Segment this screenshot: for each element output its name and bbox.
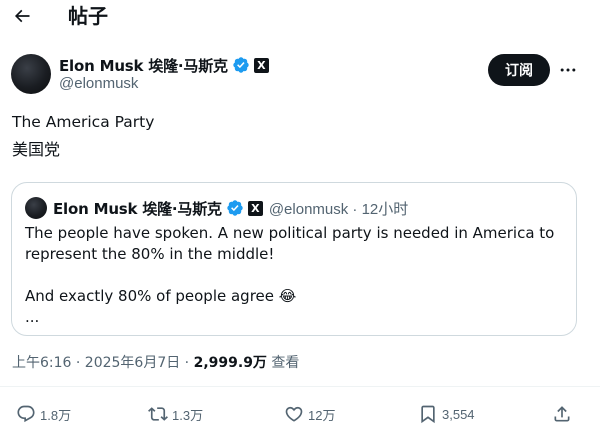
- x-affiliate-badge-icon[interactable]: X: [253, 57, 269, 73]
- quote-text-line-1: The people have spoken. A new political …: [25, 224, 555, 242]
- views-count: 2,999.9万: [193, 355, 267, 371]
- page-title: 帖子: [68, 4, 108, 28]
- post-timestamp[interactable]: 上午6:16 · 2025年6月7日 ·: [12, 355, 194, 371]
- post-text-line-1: The America Party: [12, 113, 155, 131]
- verified-badge-icon[interactable]: [232, 56, 250, 74]
- repost-button[interactable]: 1.3万: [148, 398, 203, 430]
- quote-avatar: [25, 197, 47, 219]
- quote-header: Elon Musk 埃隆·马斯克 X @elonmusk · 12小时: [53, 197, 408, 219]
- action-bar: 1.8万 1.3万 12万 3,554: [0, 398, 600, 430]
- divider: [0, 386, 600, 387]
- bookmark-count: 3,554: [442, 406, 475, 422]
- reply-icon: [17, 405, 35, 423]
- more-icon: [560, 68, 576, 72]
- more-options-button[interactable]: [556, 58, 580, 82]
- arrow-left-icon: [14, 9, 30, 23]
- quote-author-name: Elon Musk 埃隆·马斯克: [53, 199, 222, 218]
- reply-button[interactable]: 1.8万: [16, 398, 71, 430]
- bookmark-button[interactable]: 3,554: [418, 398, 475, 430]
- quote-text-line-4: ...: [25, 308, 40, 326]
- timestamp-row: 上午6:16 · 2025年6月7日 · 2,999.9万 查看: [12, 352, 299, 372]
- views-label: 查看: [266, 355, 300, 371]
- heart-icon: [285, 406, 303, 422]
- quote-text-line-3: And exactly 80% of people agree 😂: [25, 287, 297, 305]
- like-count: 12万: [308, 407, 336, 423]
- repost-count: 1.3万: [172, 407, 204, 423]
- reply-count: 1.8万: [40, 407, 72, 423]
- subscribe-button[interactable]: 订阅: [488, 54, 550, 86]
- repost-icon: [148, 407, 168, 421]
- quote-meta: @elonmusk · 12小时: [268, 200, 409, 218]
- author-handle[interactable]: @elonmusk: [59, 75, 138, 92]
- quoted-post[interactable]: Elon Musk 埃隆·马斯克 X @elonmusk · 12小时 The …: [11, 182, 577, 336]
- share-icon: [554, 406, 570, 422]
- author-row: Elon Musk 埃隆·马斯克 X: [59, 55, 269, 75]
- quote-text-line-2: represent the 80% in the middle!: [25, 245, 275, 263]
- avatar[interactable]: [11, 54, 51, 94]
- post-text-line-2: 美国党: [12, 140, 61, 159]
- verified-badge-icon: [226, 199, 244, 217]
- share-button[interactable]: [552, 398, 572, 430]
- top-bar: 帖子: [0, 0, 600, 32]
- quote-body: The people have spoken. A new political …: [25, 223, 565, 328]
- x-affiliate-badge-icon: X: [247, 200, 263, 216]
- author-name[interactable]: Elon Musk 埃隆·马斯克: [59, 55, 228, 76]
- bookmark-icon: [421, 405, 435, 424]
- like-button[interactable]: 12万: [284, 398, 335, 430]
- back-button[interactable]: [10, 4, 34, 28]
